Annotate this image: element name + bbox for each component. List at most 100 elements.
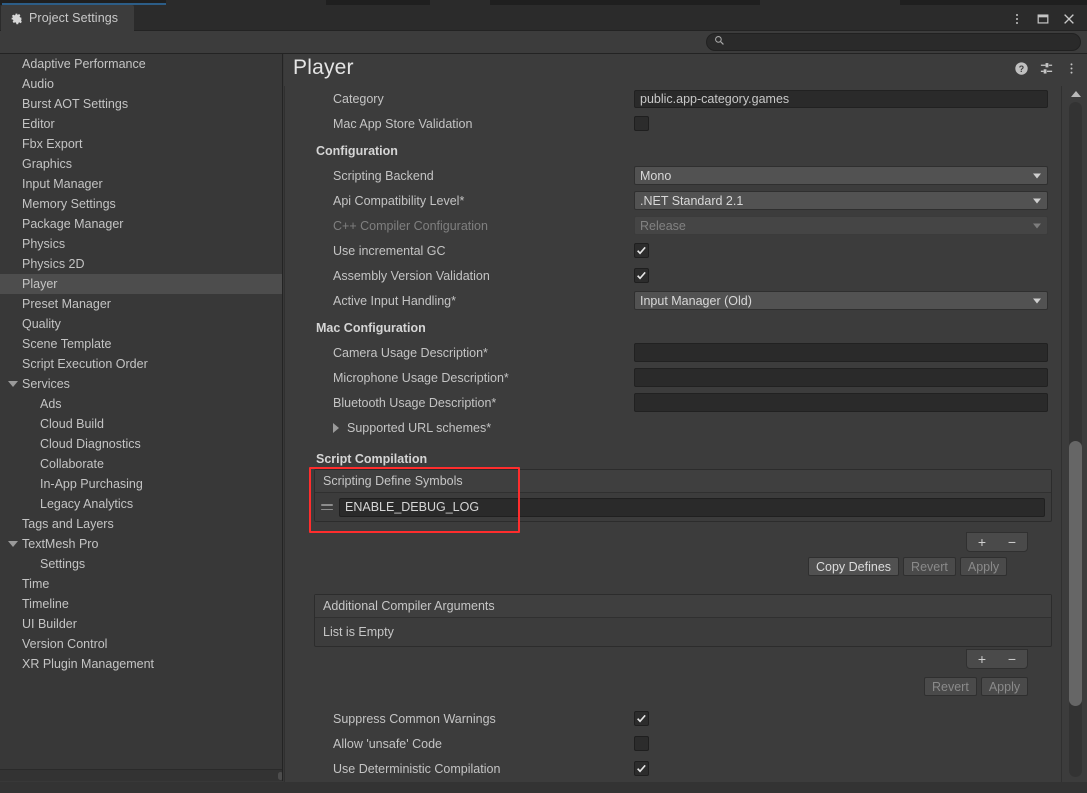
search-icon	[714, 33, 725, 51]
settings-sidebar[interactable]: Adaptive Performance Audio Burst AOT Setti…	[0, 54, 283, 781]
kebab-menu-icon[interactable]	[1064, 61, 1079, 76]
sidebar-list: Adaptive Performance Audio Burst AOT Setti…	[0, 54, 282, 674]
sidebar-item-quality[interactable]: Quality	[0, 314, 282, 334]
sidebar-item-scene-template[interactable]: Scene Template	[0, 334, 282, 354]
sidebar-item-services[interactable]: Services	[0, 374, 282, 394]
sidebar-item-input-manager[interactable]: Input Manager	[0, 174, 282, 194]
revert-compiler-args-button: Revert	[924, 677, 977, 696]
mac-configuration-header: Mac Configuration	[316, 320, 426, 335]
sidebar-item-physics[interactable]: Physics	[0, 234, 282, 254]
content-vertical-scrollbar[interactable]	[1061, 86, 1087, 793]
sidebar-item-fbx-export[interactable]: Fbx Export	[0, 134, 282, 154]
sidebar-item-ads[interactable]: Ads	[0, 394, 282, 414]
incremental-gc-checkbox[interactable]	[634, 243, 649, 258]
scripting-backend-dropdown[interactable]: Mono	[634, 166, 1048, 185]
bluetooth-usage-field[interactable]	[634, 393, 1048, 412]
sidebar-item-preset-manager[interactable]: Preset Manager	[0, 294, 282, 314]
define-symbol-input[interactable]	[339, 497, 1045, 517]
add-compiler-arg-button[interactable]: +	[967, 650, 997, 668]
scripting-backend-label: Scripting Backend	[333, 168, 434, 183]
copy-defines-button[interactable]: Copy Defines	[808, 557, 900, 576]
mac-app-store-validation-label: Mac App Store Validation	[333, 116, 473, 131]
sidebar-item-audio[interactable]: Audio	[0, 74, 282, 94]
sidebar-item-settings[interactable]: Settings	[0, 554, 282, 574]
define-symbols-actions: Copy Defines Revert Apply	[808, 557, 1008, 576]
preset-settings-icon[interactable]	[1039, 61, 1054, 76]
sidebar-item-textmesh-pro[interactable]: TextMesh Pro	[0, 534, 282, 554]
row-assembly-version-validation: Assembly Version Validation	[285, 263, 1060, 288]
remove-define-button[interactable]: −	[997, 533, 1027, 551]
sidebar-item-adaptive-performance[interactable]: Adaptive Performance	[0, 54, 282, 74]
sidebar-item-label: Physics 2D	[22, 257, 85, 271]
row-supported-url-schemes[interactable]: Supported URL schemes*	[285, 415, 1060, 440]
active-input-dropdown[interactable]: Input Manager (Old)	[634, 291, 1048, 310]
sidebar-item-package-manager[interactable]: Package Manager	[0, 214, 282, 234]
sidebar-item-physics-2d[interactable]: Physics 2D	[0, 254, 282, 274]
sidebar-item-graphics[interactable]: Graphics	[0, 154, 282, 174]
kebab-menu-icon[interactable]	[1005, 8, 1029, 30]
scrollbar-thumb[interactable]	[1069, 441, 1082, 706]
sidebar-item-label: Quality	[22, 317, 61, 331]
sidebar-item-memory-settings[interactable]: Memory Settings	[0, 194, 282, 214]
sidebar-item-editor[interactable]: Editor	[0, 114, 282, 134]
microphone-usage-field[interactable]	[634, 368, 1048, 387]
allow-unsafe-label: Allow 'unsafe' Code	[333, 736, 443, 751]
mac-app-store-validation-checkbox[interactable]	[634, 116, 649, 131]
row-microphone-usage-description: Microphone Usage Description*	[285, 365, 1060, 390]
row-cpp-compiler-configuration: C++ Compiler Configuration Release	[285, 213, 1060, 238]
category-field[interactable]: public.app-category.games	[634, 89, 1048, 108]
sidebar-item-player[interactable]: Player	[0, 274, 282, 294]
search-input[interactable]	[730, 34, 1080, 50]
drag-handle-icon[interactable]	[321, 500, 333, 514]
sidebar-item-label: XR Plugin Management	[22, 657, 155, 671]
maximize-icon[interactable]	[1031, 8, 1055, 30]
search-field[interactable]	[706, 33, 1081, 51]
section-mac-configuration: Mac Configuration	[285, 315, 1060, 340]
additional-compiler-arguments-empty: List is Empty	[323, 625, 394, 639]
camera-usage-field[interactable]	[634, 343, 1048, 362]
sidebar-item-xr-plugin-management[interactable]: XR Plugin Management	[0, 654, 282, 674]
sidebar-item-label: Version Control	[22, 637, 108, 651]
help-icon[interactable]: ?	[1014, 61, 1029, 76]
bluetooth-usage-label: Bluetooth Usage Description*	[333, 395, 497, 410]
sidebar-item-collaborate[interactable]: Collaborate	[0, 454, 282, 474]
sidebar-horizontal-scrollbar[interactable]	[0, 769, 282, 781]
api-compatibility-dropdown[interactable]: .NET Standard 2.1	[634, 191, 1048, 210]
sidebar-item-cloud-build[interactable]: Cloud Build	[0, 414, 282, 434]
close-icon[interactable]	[1057, 8, 1081, 30]
scrollbar-thumb[interactable]	[278, 772, 282, 780]
sidebar-item-label: Burst AOT Settings	[22, 97, 129, 111]
sidebar-item-version-control[interactable]: Version Control	[0, 634, 282, 654]
assembly-validation-checkbox[interactable]	[634, 268, 649, 283]
allow-unsafe-checkbox[interactable]	[634, 736, 649, 751]
chevron-down-icon	[1033, 298, 1041, 303]
sidebar-item-in-app-purchasing[interactable]: In-App Purchasing	[0, 474, 282, 494]
scroll-up-icon[interactable]	[1071, 91, 1081, 97]
remove-compiler-arg-button[interactable]: −	[997, 650, 1027, 668]
row-active-input-handling: Active Input Handling* Input Manager (Ol…	[285, 288, 1060, 313]
sidebar-item-burst-aot-settings[interactable]: Burst AOT Settings	[0, 94, 282, 114]
scripting-backend-value: Mono	[640, 168, 672, 183]
chevron-down-icon[interactable]	[8, 381, 18, 387]
deterministic-checkbox[interactable]	[634, 761, 649, 776]
sidebar-item-label: Adaptive Performance	[22, 57, 146, 71]
cpp-compiler-dropdown: Release	[634, 216, 1048, 235]
chevron-down-icon[interactable]	[8, 541, 18, 547]
sidebar-item-script-execution-order[interactable]: Script Execution Order	[0, 354, 282, 374]
revert-defines-button: Revert	[903, 557, 956, 576]
chevron-right-icon	[333, 422, 339, 433]
sidebar-item-time[interactable]: Time	[0, 574, 282, 594]
sidebar-item-timeline[interactable]: Timeline	[0, 594, 282, 614]
sidebar-item-label: Collaborate	[40, 457, 104, 471]
sidebar-item-ui-builder[interactable]: UI Builder	[0, 614, 282, 634]
tab-bar: Project Settings	[0, 5, 1087, 31]
tab-project-settings[interactable]: Project Settings	[1, 5, 135, 31]
sidebar-item-cloud-diagnostics[interactable]: Cloud Diagnostics	[0, 434, 282, 454]
sidebar-item-tags-and-layers[interactable]: Tags and Layers	[0, 514, 282, 534]
add-define-button[interactable]: +	[967, 533, 997, 551]
suppress-warnings-checkbox[interactable]	[634, 711, 649, 726]
sidebar-item-label: Memory Settings	[22, 197, 116, 211]
sidebar-item-label: UI Builder	[22, 617, 77, 631]
sidebar-item-label: Fbx Export	[22, 137, 83, 151]
sidebar-item-legacy-analytics[interactable]: Legacy Analytics	[0, 494, 282, 514]
